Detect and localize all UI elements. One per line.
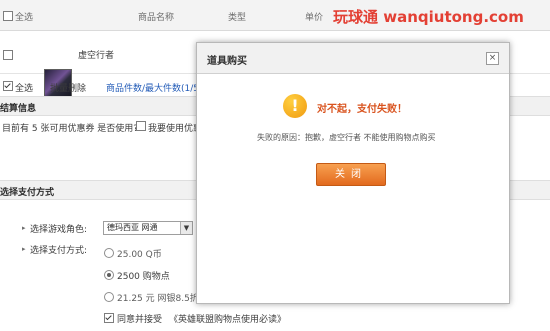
dialog-title: 道具购买 <box>207 56 247 67</box>
close-icon[interactable]: × <box>486 52 499 65</box>
warning-icon: ! <box>283 94 307 118</box>
failure-reason: 失败的原因：抱歉，虚空行者 不能使用购物点购买 <box>257 133 436 142</box>
purchase-dialog: 道具购买 × ! 对不起，支付失败！ 失败的原因：抱歉，虚空行者 不能使用购物点… <box>196 42 510 304</box>
dialog-header: 道具购买 × <box>197 43 509 74</box>
error-title: 对不起，支付失败！ <box>317 104 407 115</box>
close-button[interactable]: 关闭 <box>316 163 386 186</box>
